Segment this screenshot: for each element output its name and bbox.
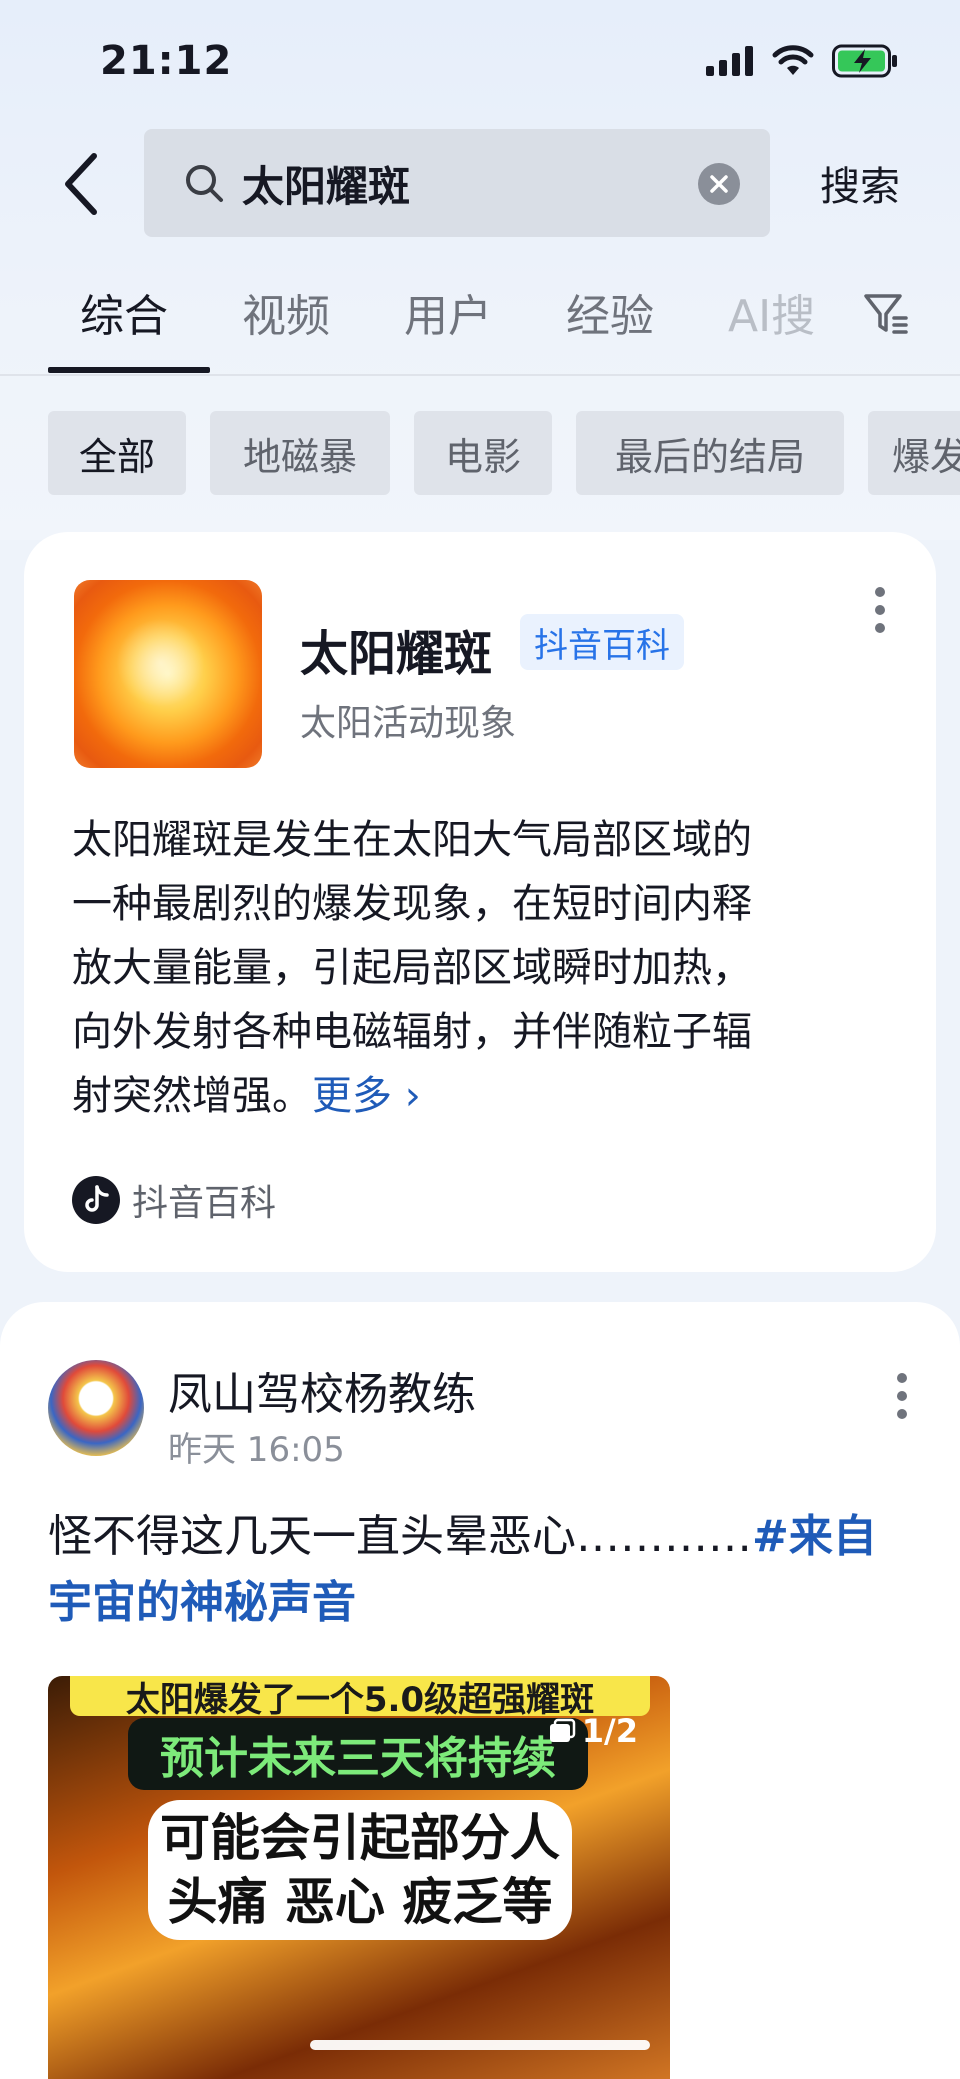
description-line: 射突然增强。 <box>72 1073 312 1119</box>
description-line: 太阳耀斑是发生在太阳大气局部区域的 <box>72 817 752 863</box>
media-banner-top: 太阳爆发了一个5.0级超强耀斑 <box>70 1676 650 1716</box>
entity-title: 太阳耀斑 <box>300 626 493 682</box>
post-caption: 怪不得这几天一直头晕恶心………… <box>48 1511 752 1562</box>
search-tabs: 综合 视频 用户 经验 AI搜 <box>0 280 960 376</box>
search-button[interactable]: 搜索 <box>820 154 900 212</box>
post-media[interactable]: 太阳爆发了一个5.0级超强耀斑 预计未来三天将持续 可能会引起部分人 头痛 恶心… <box>48 1676 670 2079</box>
chip-eruption[interactable]: 爆发 <box>868 411 960 495</box>
description-line: 放大量能量，引起局部区域瞬时加热， <box>72 945 752 991</box>
baike-card[interactable]: 太阳耀斑 抖音百科 太阳活动现象 太阳耀斑是发生在太阳大气局部区域的 一种最剧烈… <box>24 532 936 1272</box>
post-time: 昨天 16:05 <box>168 1430 345 1470</box>
more-link[interactable]: 更多 › <box>312 1073 421 1119</box>
status-time: 21:12 <box>100 38 233 84</box>
filter-button[interactable] <box>862 290 910 342</box>
image-counter: 1/2 <box>548 1712 638 1750</box>
description-line: 一种最剧烈的爆发现象，在短时间内释 <box>72 881 752 927</box>
search-input[interactable]: 太阳耀斑 <box>144 129 770 237</box>
filter-icon <box>864 294 908 334</box>
tab-video[interactable]: 视频 <box>242 280 330 344</box>
back-button[interactable] <box>52 148 108 220</box>
chip-final-ending[interactable]: 最后的结局 <box>576 411 844 495</box>
post-card[interactable]: 凤山驾校杨教练 昨天 16:05 怪不得这几天一直头晕恶心…………#来自宇宙的神… <box>0 1302 960 2079</box>
tab-ai-search[interactable]: AI搜 <box>728 280 815 344</box>
source-row[interactable]: 抖音百科 <box>72 1174 276 1226</box>
baike-badge: 抖音百科 <box>520 614 684 670</box>
tab-experience[interactable]: 经验 <box>566 280 654 344</box>
chip-movie[interactable]: 电影 <box>414 411 552 495</box>
description-line: 向外发射各种电磁辐射，并伴随粒子辐 <box>72 1009 752 1055</box>
signal-icon <box>706 46 753 76</box>
douyin-logo-icon <box>72 1176 120 1224</box>
avatar[interactable] <box>48 1360 144 1456</box>
entity-description: 太阳耀斑是发生在太阳大气局部区域的 一种最剧烈的爆发现象，在短时间内释 放大量能… <box>72 808 892 1128</box>
wifi-icon <box>772 45 814 75</box>
media-banner-main: 可能会引起部分人 头痛 恶心 疲乏等 <box>148 1800 572 1940</box>
more-vertical-icon <box>875 587 885 633</box>
active-tab-indicator <box>48 367 210 373</box>
chevron-left-icon <box>65 153 97 215</box>
status-bar: 21:12 <box>0 0 960 120</box>
media-banner-mid: 预计未来三天将持续 <box>128 1718 588 1790</box>
home-indicator <box>310 2040 650 2050</box>
status-icons <box>706 44 898 78</box>
image-stack-icon <box>549 1718 576 1742</box>
close-icon <box>710 175 728 193</box>
tab-all[interactable]: 综合 <box>80 280 168 344</box>
media-banner-line: 可能会引起部分人 <box>160 1809 560 1867</box>
sun-thumbnail <box>74 580 262 768</box>
tabs-divider <box>0 374 960 376</box>
chip-geomagnetic-storm[interactable]: 地磁暴 <box>210 411 390 495</box>
clear-search-button[interactable] <box>698 163 740 205</box>
search-query: 太阳耀斑 <box>242 161 411 211</box>
author-name[interactable]: 凤山驾校杨教练 <box>168 1358 476 1422</box>
card-more-button[interactable] <box>870 582 890 638</box>
post-text: 怪不得这几天一直头晕恶心…………#来自宇宙的神秘声音 <box>48 1504 908 1636</box>
image-counter-text: 1/2 <box>581 1712 638 1750</box>
media-banner-line: 头痛 恶心 疲乏等 <box>167 1873 553 1931</box>
more-vertical-icon <box>897 1373 907 1419</box>
post-more-button[interactable] <box>892 1368 912 1424</box>
search-icon <box>186 165 223 202</box>
entity-subtitle: 太阳活动现象 <box>300 703 517 744</box>
source-label: 抖音百科 <box>132 1183 277 1224</box>
battery-charging-icon <box>832 44 897 78</box>
tab-user[interactable]: 用户 <box>404 280 492 344</box>
description-line-last: 射突然增强。更多 › <box>72 1064 892 1128</box>
chip-all[interactable]: 全部 <box>48 411 186 495</box>
